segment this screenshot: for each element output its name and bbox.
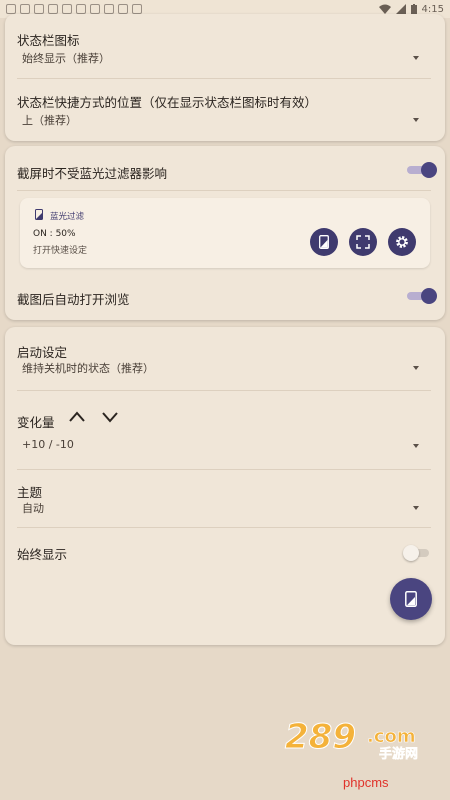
phone-filter-icon	[319, 235, 329, 249]
notification-icon	[6, 4, 16, 14]
screenshot-filter-toggle[interactable]	[407, 162, 437, 178]
battery-icon	[410, 4, 417, 14]
theme-label: 主题	[17, 485, 43, 500]
general-settings-card: 启动设定 维持关机时的状态（推荐） 变化量 +10 / -10 主题 自动 始终…	[5, 327, 445, 645]
dropdown-caret-icon	[413, 118, 419, 122]
site-watermark-logo: 289 .com 手游网	[285, 717, 419, 763]
notification-icon	[90, 4, 100, 14]
chevron-up-icon[interactable]	[69, 411, 85, 423]
auto-open-toggle[interactable]	[407, 288, 437, 304]
fullscreen-button[interactable]	[349, 228, 377, 256]
divider	[17, 190, 431, 191]
notification-icon	[118, 4, 128, 14]
cellular-icon	[395, 4, 406, 14]
always-show-label: 始终显示	[17, 547, 68, 562]
preview-subtitle: 打开快速设定	[33, 246, 88, 256]
notification-icon	[20, 4, 30, 14]
always-show-toggle[interactable]	[403, 545, 431, 561]
notification-icon	[132, 4, 142, 14]
settings-button[interactable]	[388, 228, 416, 256]
change-amount-value: +10 / -10	[22, 438, 74, 451]
phone-filter-icon	[405, 591, 417, 607]
divider	[17, 390, 431, 391]
divider	[17, 527, 431, 528]
change-amount-label: 变化量	[17, 415, 55, 430]
filter-toggle-button[interactable]	[310, 228, 338, 256]
shortcut-position-value: 上（推荐）	[22, 114, 77, 127]
quick-settings-preview: 蓝光过滤 ON : 50% 打开快速设定	[20, 198, 430, 268]
theme-value: 自动	[22, 502, 44, 515]
change-amount-select[interactable]: +10 / -10	[5, 432, 445, 458]
auto-open-label: 截图后自动打开浏览	[17, 292, 130, 307]
notification-icon	[48, 4, 58, 14]
notification-icon	[34, 4, 44, 14]
wifi-icon	[378, 4, 391, 14]
chevron-down-icon[interactable]	[102, 411, 118, 423]
status-icon-setting[interactable]: 状态栏图标 始终显示（推荐）	[5, 14, 445, 76]
shortcut-position-setting[interactable]: 状态栏快捷方式的位置（仅在显示状态栏图标时有效） 上（推荐）	[5, 79, 445, 139]
screenshot-filter-label: 截屏时不受蓝光过滤器影响	[17, 166, 168, 181]
preview-status: ON : 50%	[33, 229, 76, 239]
notification-icon	[104, 4, 114, 14]
dropdown-caret-icon	[413, 366, 419, 370]
startup-value: 维持关机时的状态（推荐）	[22, 362, 154, 375]
gear-icon	[396, 236, 408, 248]
fullscreen-icon	[356, 235, 370, 249]
dropdown-caret-icon	[413, 56, 419, 60]
floating-action-button[interactable]	[390, 578, 432, 620]
svg-text:.com: .com	[367, 726, 416, 747]
status-icon-value: 始终显示（推荐）	[22, 52, 110, 65]
startup-setting[interactable]: 启动设定 维持关机时的状态（推荐）	[5, 327, 445, 387]
status-icon-label: 状态栏图标	[17, 33, 80, 48]
preview-title: 蓝光过滤	[50, 212, 85, 222]
phone-filter-icon	[35, 209, 43, 220]
theme-setting[interactable]: 主题 自动	[5, 470, 445, 525]
svg-text:手游网: 手游网	[379, 746, 418, 762]
shortcut-position-label: 状态栏快捷方式的位置（仅在显示状态栏图标时有效）	[17, 95, 318, 110]
statusbar-settings-card: 状态栏图标 始终显示（推荐） 状态栏快捷方式的位置（仅在显示状态栏图标时有效） …	[5, 14, 445, 141]
svg-text:289: 289	[285, 717, 356, 757]
watermark-text: phpcms	[343, 775, 389, 790]
dropdown-caret-icon	[413, 444, 419, 448]
notification-icon	[76, 4, 86, 14]
notification-icons	[6, 4, 142, 14]
notification-icon	[62, 4, 72, 14]
clock: 4:15	[421, 3, 444, 15]
startup-label: 启动设定	[17, 345, 68, 360]
dropdown-caret-icon	[413, 506, 419, 510]
